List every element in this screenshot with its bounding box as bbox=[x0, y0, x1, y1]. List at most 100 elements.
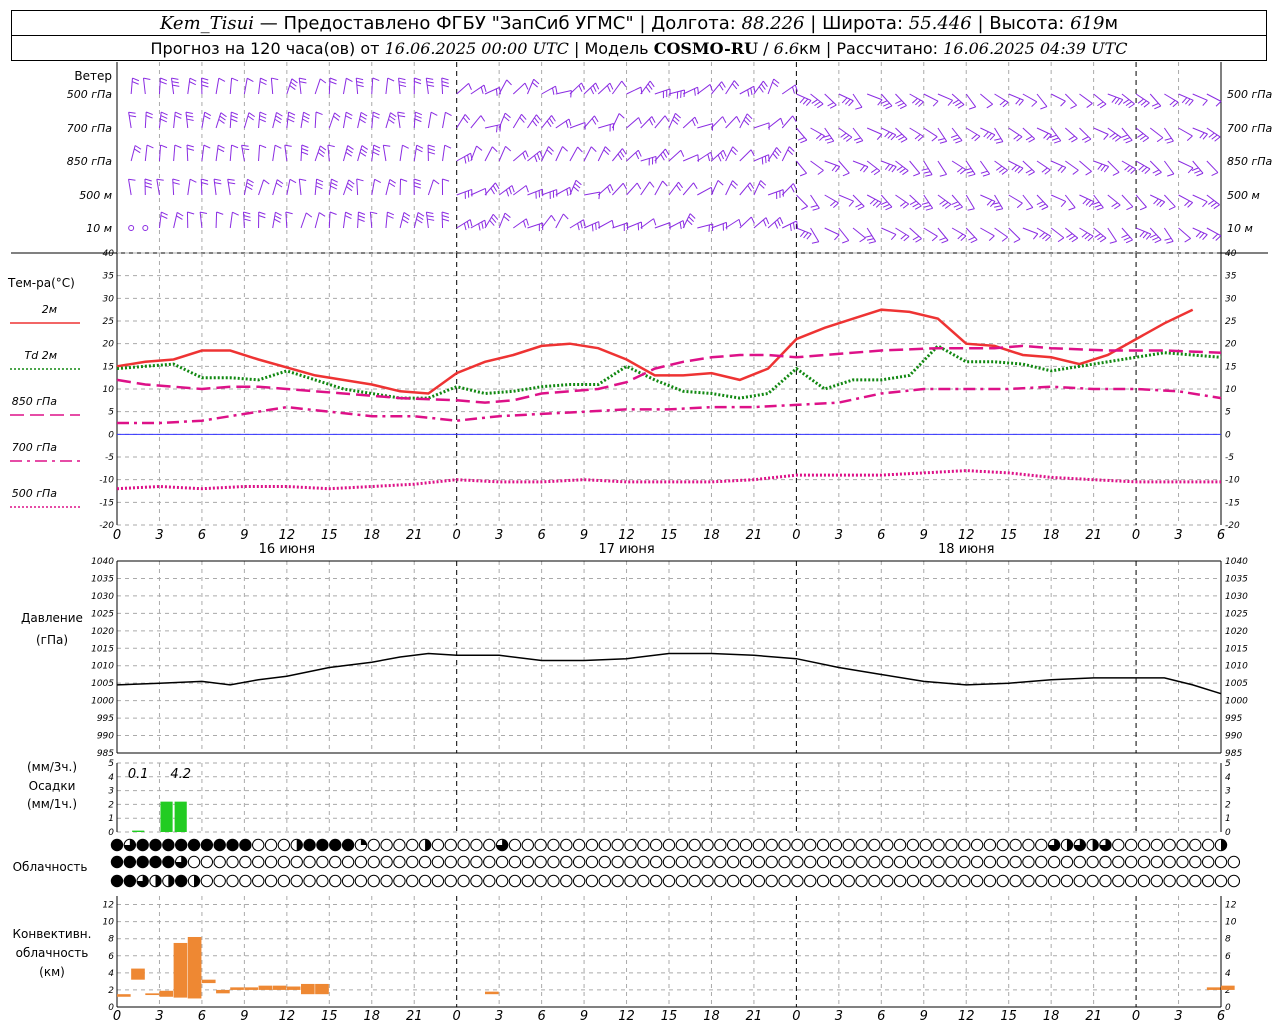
wind-barb-staff bbox=[796, 93, 812, 101]
cloud-cover-icon bbox=[893, 855, 907, 869]
wind-barb-flag bbox=[707, 154, 711, 162]
wind-barb-flag bbox=[1166, 240, 1174, 244]
cloud-cover-icon bbox=[945, 874, 958, 888]
cloud-cover-icon bbox=[393, 838, 406, 852]
wind-barb-staff bbox=[185, 112, 189, 129]
wind-barb-flag bbox=[848, 200, 854, 207]
wind-barb-flag bbox=[505, 189, 510, 197]
wind-barb-flag bbox=[898, 136, 905, 141]
press-tick-left: 1030 bbox=[91, 592, 114, 602]
x-tick-label: 0 bbox=[453, 528, 461, 543]
cloud-cover-icon bbox=[226, 838, 239, 852]
cloud-cover-icon bbox=[816, 874, 830, 888]
wind-barb-flag bbox=[931, 136, 938, 142]
wind-barb-flag bbox=[645, 86, 651, 93]
wind-barb-flag bbox=[799, 230, 806, 238]
wind-barb-staff bbox=[215, 145, 219, 162]
wind-barb-flag bbox=[508, 187, 512, 195]
wind-barb-staff bbox=[583, 221, 599, 229]
wind-barb-staff bbox=[1192, 227, 1208, 235]
wind-barb-flag bbox=[519, 116, 525, 123]
wind-barb-staff bbox=[583, 115, 595, 129]
wind-barb-flag bbox=[891, 166, 897, 173]
wind-barb-staff bbox=[527, 79, 535, 95]
cloud-cover-icon bbox=[675, 838, 689, 852]
cloud-cover-icon bbox=[637, 838, 650, 852]
wind-barb-flag bbox=[1211, 172, 1219, 177]
wind-barb-staff bbox=[173, 212, 178, 229]
cloud-cover-icon bbox=[316, 874, 329, 888]
wind-barb-flag bbox=[673, 116, 680, 122]
wind-barb-flag bbox=[736, 116, 741, 123]
wind-barb-staff bbox=[300, 144, 303, 162]
wind-barb-flag bbox=[678, 181, 683, 189]
wind-barb-flag bbox=[1123, 137, 1131, 141]
cloud-cover-icon bbox=[893, 874, 907, 888]
precip-bar bbox=[174, 801, 187, 832]
wind-barb-staff bbox=[484, 214, 494, 229]
wind-barb-flag bbox=[636, 182, 642, 190]
wind-barb-flag bbox=[568, 118, 572, 126]
wind-barb-staff bbox=[498, 212, 506, 229]
wind-barb-staff bbox=[1163, 160, 1175, 175]
wind-barb-staff bbox=[541, 146, 549, 162]
x-tick-label: 12 bbox=[958, 528, 975, 543]
wind-barb-staff bbox=[711, 116, 723, 129]
wind-barb-flag bbox=[1124, 165, 1131, 171]
wind-barb-flag bbox=[172, 84, 180, 87]
wind-barb-flag bbox=[694, 116, 699, 124]
wind-barb-staff bbox=[626, 86, 642, 95]
temp-tick-right: -5 bbox=[1225, 453, 1234, 463]
cloud-cover-icon bbox=[688, 838, 701, 852]
temp-legend-label: 700 гПа bbox=[12, 441, 58, 454]
wind-barb-flag bbox=[1149, 234, 1157, 238]
wind-barb-flag bbox=[220, 112, 227, 118]
wind-level-label: 700 гПа bbox=[67, 122, 113, 135]
wind-barb-flag bbox=[160, 118, 168, 123]
wind-barb-flag bbox=[950, 134, 958, 138]
precip-tick-right: 1 bbox=[1225, 814, 1231, 824]
wind-barb-flag bbox=[573, 186, 580, 192]
temp-tick-right: 15 bbox=[1225, 362, 1237, 372]
cloud-cover-icon bbox=[701, 855, 714, 869]
wind-barb-staff bbox=[342, 212, 347, 229]
conv-axis-title: облачность bbox=[16, 946, 89, 960]
wind-barb-staff bbox=[994, 227, 1008, 238]
wind-barb-flag bbox=[939, 237, 947, 241]
press-tick-left: 1005 bbox=[91, 679, 114, 689]
precip-unit-bottom: (мм/1ч.) bbox=[27, 797, 77, 811]
wind-barb-flag bbox=[374, 178, 382, 184]
cloud-cover-icon bbox=[1201, 838, 1215, 852]
wind-barb-staff bbox=[569, 82, 582, 95]
temp-legend-label: 850 гПа bbox=[12, 395, 58, 408]
wind-barb-flag bbox=[1130, 168, 1137, 174]
wind-barb-staff bbox=[866, 160, 881, 172]
wind-barb-flag bbox=[388, 182, 396, 187]
wind-barb-flag bbox=[480, 115, 486, 122]
cloud-cover-icon bbox=[354, 874, 368, 888]
wind-barb-flag bbox=[1084, 138, 1092, 143]
cloud-cover-icon bbox=[1035, 838, 1048, 852]
wind-barb-flag bbox=[414, 115, 422, 119]
wind-barb-staff bbox=[980, 227, 995, 237]
wind-barb-flag bbox=[1168, 206, 1176, 211]
wind-barb-flag bbox=[506, 79, 512, 86]
wind-barb-staff bbox=[909, 160, 921, 174]
wind-barb-flag bbox=[953, 137, 961, 141]
wind-barb-staff bbox=[767, 189, 784, 196]
wind-barb-flag bbox=[1096, 207, 1104, 211]
wind-barb-flag bbox=[289, 85, 296, 90]
wind-barb-flag bbox=[802, 98, 809, 105]
temp-tick-right: -10 bbox=[1225, 476, 1240, 486]
wind-barb-staff bbox=[881, 227, 897, 235]
wind-barb-flag bbox=[773, 78, 780, 84]
wind-barb-flag bbox=[548, 117, 554, 125]
wind-barb-flag bbox=[730, 183, 737, 189]
wind-barb-flag bbox=[730, 149, 737, 156]
wind-barb-flag bbox=[276, 179, 284, 185]
cloud-cover-icon bbox=[367, 855, 380, 869]
wind-barb-flag bbox=[426, 215, 434, 218]
press-tick-right: 1015 bbox=[1225, 644, 1248, 654]
wind-barb-staff bbox=[597, 146, 606, 162]
wind-barb-staff bbox=[824, 160, 840, 167]
